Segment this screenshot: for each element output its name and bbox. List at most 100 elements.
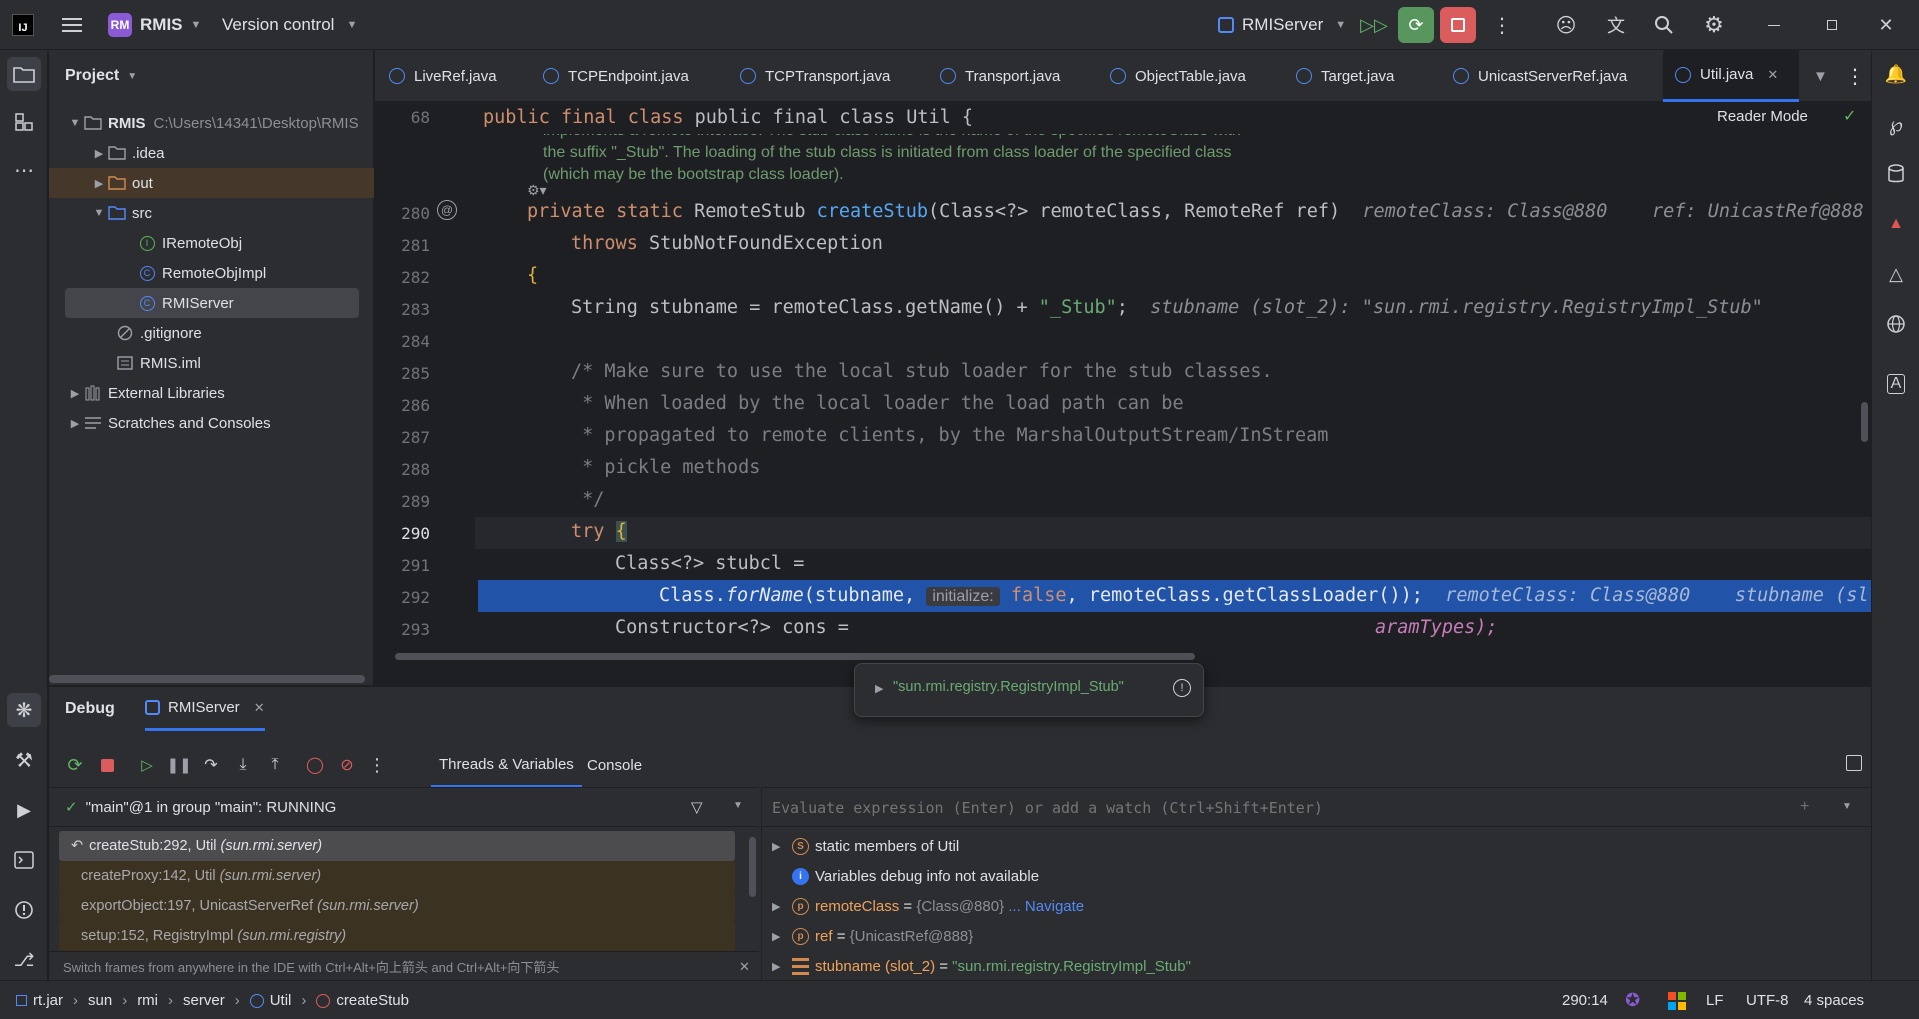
tree-item-external-libraries[interactable]: ▶ External Libraries (49, 378, 374, 408)
tab-objecttable[interactable]: ObjectTable.java (1110, 50, 1246, 102)
project-selector[interactable]: RM RMIS ▼ (108, 0, 201, 50)
minimize-icon[interactable] (1756, 7, 1792, 43)
chevron-right-icon[interactable]: ▶ (875, 682, 883, 695)
close-window-icon[interactable]: ✕ (1868, 7, 1904, 43)
frame-row[interactable]: setup:152, RegistryImpl (sun.rmi.registr… (59, 921, 735, 951)
vcs-selector[interactable]: Version control ▼ (222, 0, 357, 50)
restore-icon[interactable] (1814, 7, 1850, 43)
problems-icon[interactable] (7, 893, 41, 927)
override-gutter-icon[interactable]: @ (437, 200, 457, 220)
rerun-icon[interactable]: ⟳ (63, 753, 87, 777)
plugin-status-icon[interactable]: ✪ (1625, 981, 1640, 1019)
var-static-members[interactable]: ▶ S static members of Util (772, 831, 959, 861)
tree-item-gitignore[interactable]: .gitignore (49, 318, 374, 348)
navigate-link[interactable]: ... Navigate (1008, 898, 1084, 915)
evaluate-expression-input[interactable] (772, 794, 1772, 822)
pause-icon[interactable]: ❚❚ (166, 753, 191, 777)
debug-rerun-icon[interactable]: ⟳ (1398, 7, 1434, 43)
ai-assistant-icon[interactable]: ℘ (1879, 107, 1913, 141)
tab-tcptransport[interactable]: TCPTransport.java (740, 50, 890, 102)
view-breakpoints-icon[interactable]: ◯ (303, 753, 327, 777)
stop-icon[interactable] (95, 753, 119, 777)
app-logo-icon[interactable]: IJ (12, 0, 34, 50)
tab-unicastserverref[interactable]: UnicastServerRef.java (1453, 50, 1627, 102)
close-tab-icon[interactable]: ✕ (1767, 67, 1778, 83)
close-hint-icon[interactable]: ✕ (739, 959, 750, 975)
debug-bug-icon[interactable]: ❋ (7, 693, 41, 727)
stop-icon[interactable] (1440, 7, 1476, 43)
breadcrumb-item[interactable]: rmi (137, 992, 158, 1009)
globe-icon[interactable] (1879, 307, 1913, 341)
more-actions-icon[interactable]: ⋮ (1484, 7, 1520, 43)
tree-item-idea[interactable]: ▶ .idea (49, 138, 374, 168)
tree-item-iremoteobj[interactable]: I IRemoteObj (49, 228, 374, 258)
structure-icon[interactable] (7, 105, 41, 139)
step-over-icon[interactable]: ↷ (199, 753, 223, 777)
var-stubname[interactable]: ▶ stubname (slot_2) = "sun.rmi.registry.… (772, 951, 1191, 981)
terminal-icon[interactable] (7, 843, 41, 877)
tree-item-rmiserver[interactable]: C RMIServer (65, 288, 359, 318)
filter-icon[interactable]: ▽ (691, 798, 703, 816)
search-icon[interactable] (1646, 7, 1682, 43)
breadcrumb-item[interactable]: server (183, 992, 225, 1009)
editor-horizontal-scrollbar[interactable] (395, 653, 1195, 660)
notifications-bell-icon[interactable]: 🔔 (1879, 57, 1913, 91)
tab-tcpendpoint[interactable]: TCPEndpoint.java (543, 50, 689, 102)
add-user-icon[interactable]: ☹ (1548, 7, 1584, 43)
breadcrumb-item[interactable]: sun (88, 992, 112, 1009)
translate-icon[interactable]: 文 (1598, 7, 1634, 43)
frame-row[interactable]: createProxy:142, Util (sun.rmi.server) (59, 861, 735, 891)
project-folder-icon[interactable] (7, 57, 41, 91)
breadcrumb-item[interactable]: rt.jar (33, 992, 63, 1009)
indent-setting[interactable]: 4 spaces (1804, 981, 1864, 1019)
plugin-logo-icon[interactable]: △ (1879, 257, 1913, 291)
reader-mode-button[interactable]: Reader Mode (1717, 108, 1808, 125)
file-encoding[interactable]: UTF-8 (1746, 981, 1789, 1019)
chevron-down-icon[interactable]: ▼ (1842, 801, 1852, 812)
tab-target[interactable]: Target.java (1296, 50, 1394, 102)
line-separator[interactable]: LF (1706, 981, 1724, 1019)
tree-item-src[interactable]: ▼ src (49, 198, 374, 228)
tabs-overflow-chevron-icon[interactable]: ▼ (1813, 50, 1828, 102)
debug-session-tab[interactable]: RMIServer ✕ (145, 687, 265, 731)
git-icon[interactable]: ⎇ (7, 943, 41, 977)
caret-position[interactable]: 290:14 (1562, 981, 1608, 1019)
inspection-ok-check-icon[interactable]: ✓ (1843, 106, 1856, 126)
close-tab-icon[interactable]: ✕ (254, 700, 265, 716)
more-tools-icon[interactable]: ⋯ (7, 153, 41, 187)
var-remoteclass[interactable]: ▶ p remoteClass = {Class@880} ... Naviga… (772, 891, 1084, 921)
tree-item-out[interactable]: ▶ out (49, 168, 374, 198)
tree-item-scratches[interactable]: ▶ Scratches and Consoles (49, 408, 374, 438)
windows-logo-icon[interactable] (1668, 981, 1686, 1019)
build-hammer-icon[interactable]: ⚒ (7, 743, 41, 777)
project-horizontal-scrollbar[interactable] (49, 675, 365, 683)
tab-util-active[interactable]: Util.java ✕ (1663, 50, 1799, 102)
var-ref[interactable]: ▶ p ref = {UnicastRef@888} (772, 921, 973, 951)
plugin-bird-icon[interactable]: ▲ (1879, 207, 1913, 241)
add-watch-icon[interactable]: + (1800, 798, 1809, 816)
code-editor[interactable]: 68 public final class public final class… (375, 102, 1871, 685)
thread-selector[interactable]: ✓ "main"@1 in group "main": RUNNING ▽ ▼ (49, 787, 759, 827)
settings-gear-icon[interactable]: ⚙ (1696, 7, 1732, 43)
run-config-selector[interactable]: RMIServer ▼ (1218, 0, 1346, 50)
frames-scrollbar[interactable] (749, 837, 756, 897)
editor-vertical-scrollbar[interactable] (1861, 402, 1868, 442)
tree-item-iml[interactable]: RMIS.iml (49, 348, 374, 378)
project-panel-header[interactable]: Project ▼ (65, 50, 137, 102)
frame-row-selected[interactable]: ↶ createStub:292, Util (sun.rmi.server) (59, 831, 735, 861)
tab-threads-variables[interactable]: Threads & Variables (431, 743, 582, 787)
tree-root-rmis[interactable]: ▼ RMIS C:\Users\14341\Desktop\RMIS (49, 108, 374, 138)
step-into-icon[interactable]: ⤓ (231, 753, 255, 777)
tab-transport[interactable]: Transport.java (940, 50, 1060, 102)
chevron-down-icon[interactable]: ▼ (733, 800, 743, 811)
step-out-icon[interactable]: ⤒ (263, 753, 287, 777)
more-actions-icon[interactable]: ⋮ (365, 753, 389, 777)
layout-toggle-icon[interactable] (1846, 755, 1862, 771)
frame-row[interactable]: exportObject:197, UnicastServerRef (sun.… (59, 891, 735, 921)
tree-item-remoteobjimpl[interactable]: C RemoteObjImpl (49, 258, 374, 288)
tabs-more-icon[interactable]: ⋮ (1845, 50, 1865, 102)
database-icon[interactable] (1879, 157, 1913, 191)
mute-breakpoints-icon[interactable]: ⊘ (335, 753, 359, 777)
resume-icon[interactable]: ▷ (135, 753, 159, 777)
info-icon[interactable]: ! (1173, 679, 1191, 697)
